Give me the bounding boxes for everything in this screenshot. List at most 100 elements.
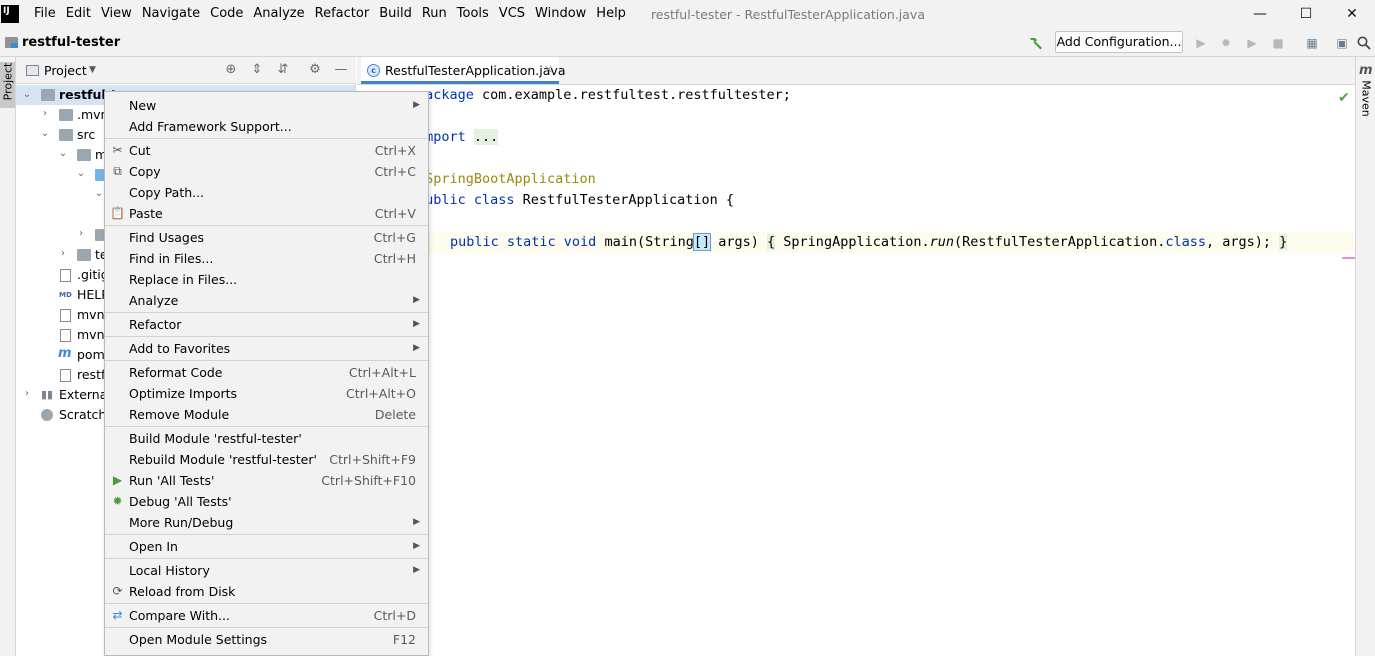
fold-close[interactable]: } bbox=[1279, 234, 1288, 250]
coverage-icon[interactable]: ▶ bbox=[1244, 35, 1260, 51]
tree-item-external-libraries[interactable]: External bbox=[59, 385, 104, 405]
run-icon[interactable]: ▶ bbox=[1193, 35, 1209, 51]
maven-tool-label[interactable]: Maven bbox=[1360, 79, 1373, 119]
maven-icon[interactable]: m bbox=[1359, 63, 1373, 78]
run-anything-icon[interactable]: ▣ bbox=[1334, 35, 1350, 51]
bracket-highlight: [] bbox=[692, 233, 712, 251]
menu-item-compare-with[interactable]: ⇄ Compare With... Ctrl+D bbox=[105, 605, 428, 626]
menu-item-rebuild-module[interactable]: Rebuild Module 'restful-tester' Ctrl+Shif… bbox=[105, 449, 428, 470]
menu-item-label: New bbox=[129, 98, 157, 113]
project-tool-label[interactable]: Project bbox=[2, 60, 15, 104]
search-icon[interactable] bbox=[1356, 35, 1372, 51]
chevron-right-icon[interactable]: › bbox=[22, 388, 32, 399]
submenu-arrow-icon: ▶ bbox=[413, 565, 420, 575]
menu-item-analyze[interactable]: Analyze ▶ bbox=[105, 290, 428, 311]
tree-item-gitignore[interactable]: .gitig bbox=[77, 265, 104, 285]
menu-item-refactor[interactable]: Refactor ▶ bbox=[105, 314, 428, 335]
menu-item-open-in[interactable]: Open In ▶ bbox=[105, 536, 428, 557]
menu-item-open-module-settings[interactable]: Open Module Settings F12 bbox=[105, 629, 428, 650]
chevron-down-icon[interactable]: ⌄ bbox=[58, 148, 68, 159]
tree-item-src[interactable]: src bbox=[77, 125, 95, 145]
menu-item-debug-all-tests[interactable]: ✹ Debug 'All Tests' bbox=[105, 491, 428, 512]
tree-item-mvnw[interactable]: mvnv bbox=[77, 305, 104, 325]
chevron-down-icon[interactable]: ▼ bbox=[89, 57, 96, 84]
stop-icon[interactable]: ■ bbox=[1270, 35, 1286, 51]
menu-item-replace-in-files[interactable]: Replace in Files... bbox=[105, 269, 428, 290]
menu-code[interactable]: Code bbox=[205, 0, 248, 28]
gear-icon[interactable]: ⚙ bbox=[307, 62, 323, 78]
code-text: com.example.restfultest.restfultester; bbox=[473, 87, 791, 103]
menu-item-label: Optimize Imports bbox=[129, 386, 238, 401]
project-structure-icon[interactable]: ▦ bbox=[1304, 35, 1320, 51]
menu-item-add-to-favorites[interactable]: Add to Favorites ▶ bbox=[105, 338, 428, 359]
close-icon[interactable]: ✕ bbox=[544, 57, 553, 82]
code-editor[interactable]: package com.example.restfultest.restfult… bbox=[357, 85, 1355, 656]
chevron-down-icon[interactable]: ⌄ bbox=[22, 88, 32, 102]
chevron-right-icon[interactable]: › bbox=[58, 248, 68, 259]
menu-analyze[interactable]: Analyze bbox=[248, 0, 309, 28]
menu-item-reload-from-disk[interactable]: ⟳ Reload from Disk bbox=[105, 581, 428, 602]
menu-item-add-framework-support[interactable]: Add Framework Support... bbox=[105, 116, 428, 137]
menu-item-copy-path[interactable]: Copy Path... bbox=[105, 182, 428, 203]
chevron-down-icon[interactable]: ⌄ bbox=[94, 188, 104, 199]
editor-tab[interactable]: c RestfulTesterApplication.java ✕ bbox=[361, 57, 565, 84]
menu-separator bbox=[105, 627, 428, 628]
chevron-down-icon[interactable]: ⌄ bbox=[76, 168, 86, 179]
submenu-arrow-icon: ▶ bbox=[413, 517, 420, 527]
menu-item-local-history[interactable]: Local History ▶ bbox=[105, 560, 428, 581]
build-hammer-icon[interactable] bbox=[1027, 34, 1045, 52]
menu-item-find-in-files[interactable]: Find in Files... Ctrl+H bbox=[105, 248, 428, 269]
no-problems-check-icon[interactable]: ✔ bbox=[1338, 90, 1350, 106]
menu-tools[interactable]: Tools bbox=[452, 0, 494, 28]
menu-run[interactable]: Run bbox=[417, 0, 452, 28]
code-line-1: package com.example.restfultest.restfult… bbox=[417, 85, 791, 106]
expand-all-icon[interactable]: ⇕ bbox=[249, 62, 265, 78]
menu-edit[interactable]: Edit bbox=[61, 0, 96, 28]
menu-item-run-all-tests[interactable]: ▶ Run 'All Tests' Ctrl+Shift+F10 bbox=[105, 470, 428, 491]
menu-bar: IJ File Edit View Navigate Code Analyze … bbox=[0, 0, 1375, 28]
menu-item-more-run-debug[interactable]: More Run/Debug ▶ bbox=[105, 512, 428, 533]
menu-file[interactable]: File bbox=[29, 0, 61, 28]
menu-window[interactable]: Window bbox=[530, 0, 591, 28]
tree-item-test[interactable]: te bbox=[95, 245, 104, 265]
menu-item-paste[interactable]: 📋 Paste Ctrl+V bbox=[105, 203, 428, 224]
breadcrumb-project[interactable]: restful-tester bbox=[22, 28, 120, 57]
chevron-right-icon[interactable]: › bbox=[76, 228, 86, 239]
project-view-selector[interactable]: Project bbox=[44, 57, 87, 84]
menu-refactor[interactable]: Refactor bbox=[310, 0, 375, 28]
chevron-down-icon[interactable]: ⌄ bbox=[40, 128, 50, 139]
debug-icon[interactable]: ✹ bbox=[1218, 35, 1234, 51]
tree-item-mvnw-cmd[interactable]: mvnv bbox=[77, 325, 104, 345]
collapse-all-icon[interactable]: ⇵ bbox=[275, 62, 291, 78]
menu-item-label: Run 'All Tests' bbox=[129, 473, 215, 488]
tree-item-iml[interactable]: restfu bbox=[77, 365, 104, 385]
menu-help[interactable]: Help bbox=[591, 0, 631, 28]
gitignore-file-icon bbox=[60, 269, 71, 282]
folded-imports[interactable]: ... bbox=[473, 129, 499, 145]
chevron-right-icon[interactable]: › bbox=[40, 108, 50, 119]
close-window-icon[interactable]: ✕ bbox=[1329, 0, 1375, 28]
tree-item-help[interactable]: HELP bbox=[77, 285, 104, 305]
menu-item-find-usages[interactable]: Find Usages Ctrl+G bbox=[105, 227, 428, 248]
menu-navigate[interactable]: Navigate bbox=[137, 0, 205, 28]
menu-vcs[interactable]: VCS bbox=[494, 0, 530, 28]
fold-open[interactable]: { bbox=[767, 234, 776, 250]
menu-item-new[interactable]: New ▶ bbox=[105, 95, 428, 116]
menu-view[interactable]: View bbox=[96, 0, 137, 28]
maximize-icon[interactable]: ☐ bbox=[1283, 0, 1329, 28]
menu-item-optimize-imports[interactable]: Optimize Imports Ctrl+Alt+O bbox=[105, 383, 428, 404]
menu-item-reformat-code[interactable]: Reformat Code Ctrl+Alt+L bbox=[105, 362, 428, 383]
add-configuration-button[interactable]: Add Configuration... bbox=[1055, 31, 1183, 53]
menu-item-copy[interactable]: ⧉ Copy Ctrl+C bbox=[105, 161, 428, 182]
tree-item-pom[interactable]: pom. bbox=[77, 345, 104, 365]
locate-icon[interactable]: ⊕ bbox=[223, 62, 239, 78]
tree-item-scratches[interactable]: Scratche bbox=[59, 405, 104, 425]
hide-panel-icon[interactable]: — bbox=[333, 62, 349, 78]
menu-build[interactable]: Build bbox=[374, 0, 417, 28]
menu-item-label: Build Module 'restful-tester' bbox=[129, 431, 302, 446]
menu-item-cut[interactable]: ✂ Cut Ctrl+X bbox=[105, 140, 428, 161]
minimize-icon[interactable]: — bbox=[1237, 0, 1283, 28]
menu-item-build-module[interactable]: Build Module 'restful-tester' bbox=[105, 428, 428, 449]
error-stripe-marker[interactable] bbox=[1342, 257, 1355, 259]
menu-item-remove-module[interactable]: Remove Module Delete bbox=[105, 404, 428, 425]
